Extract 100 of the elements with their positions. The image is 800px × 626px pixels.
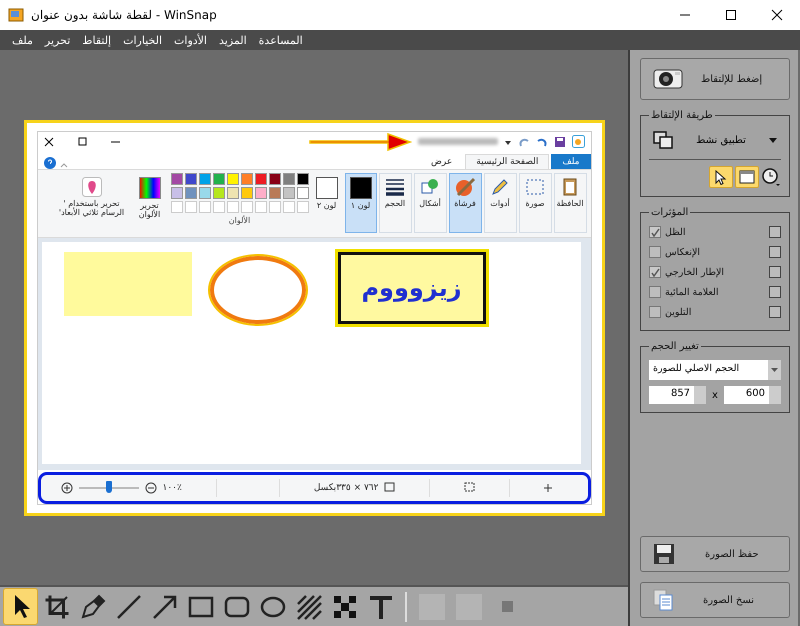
effect-checkbox[interactable] — [649, 306, 661, 318]
group-legend: طريقة الإلتقاط — [649, 110, 715, 121]
palette-swatch[interactable] — [254, 172, 266, 184]
arrow-icon — [152, 594, 178, 620]
palette-swatch[interactable] — [198, 186, 210, 198]
effect-label: التلوين — [665, 306, 692, 318]
palette-swatch[interactable] — [254, 186, 266, 198]
ribbon-tool-button[interactable]: فرشاة — [448, 172, 482, 232]
effect-options-button[interactable] — [769, 266, 781, 278]
palette-swatch[interactable] — [184, 172, 196, 184]
palette-swatch[interactable] — [282, 186, 294, 198]
line-icon — [116, 594, 142, 620]
palette-swatch[interactable] — [282, 172, 294, 184]
edit-colors-button[interactable]: تحرير الألوان — [130, 172, 168, 232]
menu-item[interactable]: ملف — [12, 34, 33, 46]
effect-options-button[interactable] — [769, 306, 781, 318]
camera-icon — [653, 69, 683, 89]
group-legend: تغيير الحجم — [649, 341, 701, 352]
palette-swatch[interactable] — [268, 172, 280, 184]
pointer-icon — [715, 170, 727, 184]
palette-swatch[interactable] — [226, 186, 238, 198]
empty-swatch[interactable] — [282, 200, 294, 212]
maximize-icon[interactable] — [725, 9, 737, 21]
menu-item[interactable]: الخيارات — [123, 34, 162, 46]
palette-swatch[interactable] — [212, 172, 224, 184]
cursor-capture-toggle[interactable] — [709, 166, 733, 188]
redo-icon — [518, 136, 530, 148]
height-spinner[interactable]: 600 — [724, 386, 782, 404]
zoom-in-icon[interactable] — [60, 482, 72, 494]
effect-options-button[interactable] — [769, 226, 781, 238]
brush-icon — [455, 176, 475, 196]
palette-swatch[interactable] — [240, 172, 252, 184]
palette-swatch[interactable] — [212, 186, 224, 198]
tool-button[interactable] — [3, 588, 38, 625]
selection-icon — [525, 176, 545, 196]
palette-swatch[interactable] — [296, 172, 308, 184]
empty-swatch[interactable] — [296, 200, 308, 212]
empty-swatch[interactable] — [226, 200, 238, 212]
effect-checkbox[interactable] — [649, 226, 661, 238]
image-size-text: ٧٦٢ × ٣٣٥بكسل — [314, 482, 378, 492]
image-size-icon — [384, 482, 396, 493]
color-slot-button[interactable]: لون ١ — [344, 172, 376, 232]
ribbon-tab[interactable]: عرض — [420, 154, 464, 168]
drawing-text: زيزوووم — [361, 274, 462, 302]
empty-swatch[interactable] — [254, 200, 266, 212]
effect-checkbox[interactable] — [649, 286, 661, 298]
ribbon-tab[interactable]: ملف — [551, 154, 590, 168]
window-icon — [739, 170, 755, 184]
capture-button[interactable]: إضغط للإلتقاط — [640, 58, 790, 100]
floppy-icon — [554, 136, 566, 148]
capture-mode-dropdown[interactable]: تطبيق نشط — [649, 125, 781, 155]
timer-icon[interactable] — [761, 167, 781, 187]
palette-swatch[interactable] — [240, 186, 252, 198]
copy-image-button[interactable]: نسخ الصورة — [640, 582, 790, 618]
ribbon-tool-button[interactable]: أدوات — [484, 172, 516, 232]
caret-icon — [771, 368, 778, 372]
width-spinner[interactable]: 857 — [649, 386, 706, 404]
small-color-swatch[interactable] — [502, 601, 513, 612]
drop-icon — [82, 176, 102, 196]
ribbon-tool-button[interactable]: أشكال — [414, 172, 446, 232]
menu-item[interactable]: الأدوات — [174, 34, 207, 46]
menu-item[interactable]: المزيد — [218, 34, 247, 46]
palette-swatch[interactable] — [268, 186, 280, 198]
palette-swatch[interactable] — [170, 186, 182, 198]
empty-swatch[interactable] — [240, 200, 252, 212]
paint-3d-button[interactable]: تحرير باستخدام ' الرسام ثلاثي الأبعاد' — [54, 172, 128, 232]
checker-icon — [332, 594, 358, 620]
windows-icon — [653, 131, 673, 149]
empty-swatch[interactable] — [170, 200, 182, 212]
empty-swatch[interactable] — [198, 200, 210, 212]
menu-item[interactable]: إلتقاط — [82, 34, 112, 46]
save-image-button[interactable]: حفظ الصورة — [640, 536, 790, 572]
ribbon-tool-button[interactable]: صورة — [518, 172, 552, 232]
zoom-out-icon[interactable] — [144, 482, 156, 494]
pen-nib-icon — [80, 594, 106, 620]
effect-checkbox[interactable] — [649, 266, 661, 278]
color-spectrum-icon — [138, 176, 160, 198]
menu-item[interactable]: المساعدة — [258, 34, 303, 46]
ribbon-tool-button[interactable]: الحجم — [378, 172, 412, 232]
floppy-icon — [653, 543, 675, 565]
window-capture-toggle[interactable] — [735, 166, 759, 188]
empty-swatch[interactable] — [184, 200, 196, 212]
ribbon-tool-button[interactable]: الحافظة — [554, 172, 586, 232]
effect-options-button[interactable] — [769, 286, 781, 298]
palette-swatch[interactable] — [198, 172, 210, 184]
palette-swatch[interactable] — [226, 172, 238, 184]
effect-checkbox[interactable] — [649, 246, 661, 258]
maximize-icon — [78, 137, 86, 146]
color-slot-button[interactable]: لون ٢ — [310, 172, 342, 232]
ribbon-tab[interactable]: الصفحة الرئيسية — [465, 154, 550, 168]
palette-swatch[interactable] — [170, 172, 182, 184]
menu-item[interactable]: تحرير — [44, 34, 70, 46]
resize-mode-dropdown[interactable]: الحجم الاصلي للصورة — [649, 360, 781, 380]
close-icon[interactable] — [771, 9, 783, 21]
empty-swatch[interactable] — [268, 200, 280, 212]
effect-options-button[interactable] — [769, 246, 781, 258]
empty-swatch[interactable] — [212, 200, 224, 212]
zoom-slider-thumb[interactable] — [106, 480, 112, 492]
palette-swatch[interactable] — [184, 186, 196, 198]
palette-swatch[interactable] — [296, 186, 308, 198]
